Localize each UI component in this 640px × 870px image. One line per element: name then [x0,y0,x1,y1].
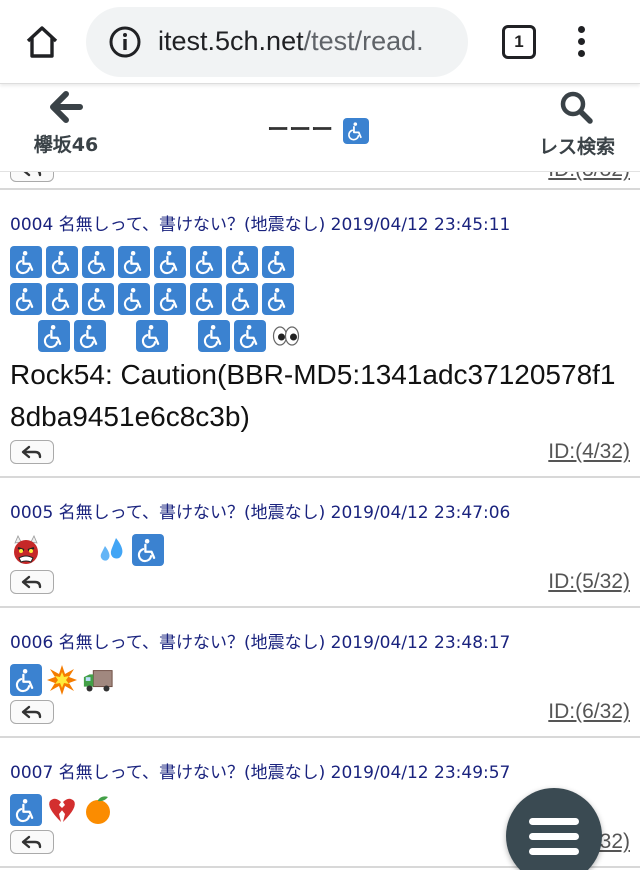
wheelchair-symbol-icon [82,245,114,278]
post-header: 0005 名無しって、書けない？(地震なし) 2019/04/12 23:47:… [10,503,511,523]
wheelchair-symbol-icon [10,663,42,696]
wheelchair-symbol-icon [82,282,114,315]
reply-button[interactable] [10,440,54,464]
post-id[interactable]: ID:(4/32) [548,440,630,464]
emoji-row [10,317,630,354]
post-footer: ID:(5/32) [10,570,630,600]
hamburger-icon-bar [529,817,579,825]
post-list: ID:(3/32) 0004 名無しって、書けない？(地震なし) 2019/04… [0,172,640,870]
post-0005: 0005 名無しって、書けない？(地震なし) 2019/04/12 23:47:… [0,478,640,608]
home-icon[interactable] [16,16,68,68]
more-menu-icon[interactable] [576,26,586,57]
wheelchair-symbol-icon [136,319,168,352]
wheelchair-symbol-icon [118,282,150,315]
ogre-icon [10,534,42,566]
reply-icon [20,172,44,178]
emoji-row [10,661,630,698]
broken-heart-icon [46,794,78,826]
wheelchair-symbol-icon [10,793,42,826]
eyes-icon [270,320,302,352]
url-host: itest.5ch.net [158,26,304,56]
wheelchair-symbol-icon [132,533,164,566]
url-path: /test/read. [303,26,424,56]
wheelchair-symbol-icon [234,319,266,352]
post-body [10,531,630,568]
thread-title-text: ーーー [267,118,334,143]
wheelchair-symbol-icon [154,245,186,278]
reply-icon [20,834,44,850]
reply-icon [20,574,44,590]
post-footer: ID:(4/32) [10,440,630,470]
search-icon [560,91,593,124]
emoji-row [10,280,630,317]
wheelchair-symbol-icon [154,282,186,315]
tab-switcher-button[interactable]: 1 [502,24,536,59]
address-bar[interactable]: itest.5ch.net/test/read. [86,6,468,77]
search-label: レス検索 [538,136,615,158]
post-footer: ID:(6/32) [10,700,630,730]
post-header: 0007 名無しって、書けない？(地震なし) 2019/04/12 23:49:… [10,763,511,783]
post-footer: ID:(3/32) [10,172,630,186]
reply-button[interactable] [10,172,54,182]
wheelchair-symbol-icon [342,118,369,144]
emoji-row [10,531,630,568]
url-text[interactable]: itest.5ch.net/test/read. [158,26,424,57]
post-partial: ID:(3/32) [0,172,640,190]
browser-toolbar: itest.5ch.net/test/read. 1 [0,0,640,84]
wheelchair-symbol-icon [38,319,70,352]
collision-icon [46,664,78,696]
reply-button[interactable] [10,830,54,854]
reply-icon [20,444,44,460]
post-id[interactable]: ID:(6/32) [548,700,630,724]
post-header: 0004 名無しって、書けない？(地震なし) 2019/04/12 23:45:… [10,215,511,235]
hamburger-icon-bar [529,832,579,840]
wheelchair-symbol-icon [226,282,258,315]
search-replies-button[interactable]: レス検索 [532,90,622,159]
wheelchair-symbol-icon [10,282,42,315]
hamburger-icon-bar [529,847,579,855]
wheelchair-symbol-icon [190,245,222,278]
site-header: 欅坂46 ーーー レス検索 [0,84,640,172]
post-body [10,661,630,698]
reply-button[interactable] [10,700,54,724]
wheelchair-symbol-icon [74,319,106,352]
wheelchair-symbol-icon [190,282,222,315]
sweat-droplets-icon [96,534,128,566]
wheelchair-symbol-icon [46,245,78,278]
post-body: Rock54: Caution(BBR-MD5:1341adc37120578f… [10,243,630,438]
wheelchair-symbol-icon [118,245,150,278]
reply-button[interactable] [10,570,54,594]
wheelchair-symbol-icon [226,245,258,278]
post-id[interactable]: ID:(5/32) [548,570,630,594]
tangerine-icon [82,794,114,826]
post-0004: 0004 名無しって、書けない？(地震なし) 2019/04/12 23:45:… [0,190,640,478]
caution-text: Rock54: Caution(BBR-MD5:1341adc37120578f… [10,359,616,432]
emoji-row [10,243,630,280]
reply-icon [20,704,44,720]
post-id[interactable]: ID:(3/32) [548,172,630,182]
wheelchair-symbol-icon [10,245,42,278]
delivery-truck-icon [82,664,114,696]
post-0006: 0006 名無しって、書けない？(地震なし) 2019/04/12 23:48:… [0,608,640,738]
wheelchair-symbol-icon [46,282,78,315]
wheelchair-symbol-icon [262,282,294,315]
wheelchair-symbol-icon [198,319,230,352]
wheelchair-symbol-icon [262,245,294,278]
info-icon[interactable] [108,25,142,59]
post-header: 0006 名無しって、書けない？(地震なし) 2019/04/12 23:48:… [10,633,511,653]
